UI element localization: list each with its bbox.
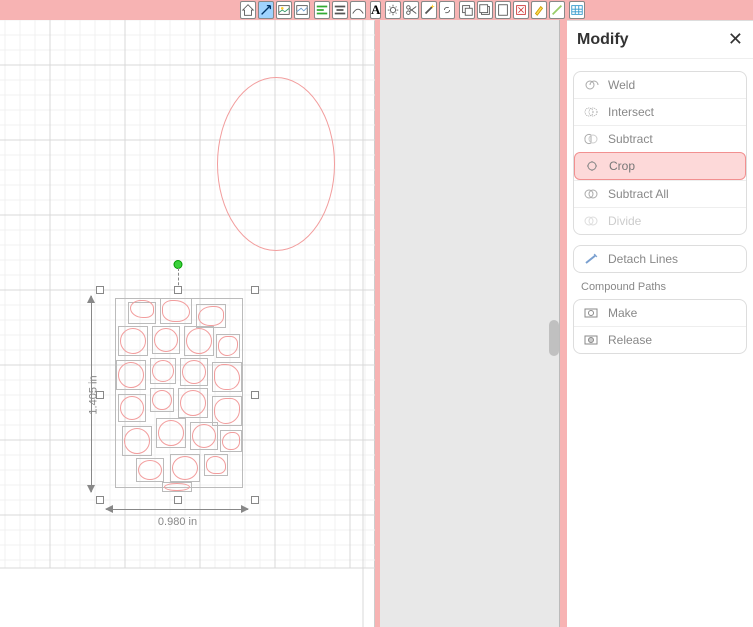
crop-item[interactable]: Crop [574, 152, 746, 180]
compound-group: Make Release [573, 299, 747, 354]
shape-blob[interactable] [222, 432, 240, 450]
crop-icon [583, 158, 601, 174]
subtract-label: Subtract [608, 132, 653, 146]
compound-section-label: Compound Paths [573, 277, 747, 295]
selection-group[interactable]: 1.405 in 0.980 in [100, 290, 255, 500]
weld-item[interactable]: Weld [574, 72, 746, 98]
canvas[interactable]: 1.405 in 0.980 in [0, 20, 375, 627]
subtract-all-item[interactable]: Subtract All [574, 180, 746, 207]
tb-align-center[interactable] [332, 1, 348, 19]
subtract-icon [582, 131, 600, 147]
close-icon[interactable]: ✕ [728, 29, 743, 50]
subtract-item[interactable]: Subtract [574, 125, 746, 152]
shape-ops-group: Weld Intersect Subtract Crop Subtract Al… [573, 71, 747, 235]
shape-blob[interactable] [124, 428, 150, 454]
make-item[interactable]: Make [574, 300, 746, 326]
release-label: Release [608, 333, 652, 347]
intersect-item[interactable]: Intersect [574, 98, 746, 125]
divide-item[interactable]: Divide [574, 207, 746, 234]
release-item[interactable]: Release [574, 326, 746, 353]
shape-blob[interactable] [138, 460, 162, 480]
tb-link[interactable] [439, 1, 455, 19]
shape-blob[interactable] [154, 328, 178, 352]
tb-text[interactable]: A [370, 1, 381, 19]
tb-slice[interactable] [549, 1, 565, 19]
subtract-all-icon [582, 186, 600, 202]
release-icon [582, 332, 600, 348]
detach-item[interactable]: Detach Lines [574, 246, 746, 272]
crop-label: Crop [609, 159, 635, 173]
scrollbar-thumb[interactable] [549, 320, 559, 356]
detach-group: Detach Lines [573, 245, 747, 273]
handle-tr[interactable] [251, 286, 259, 294]
ellipse-shape[interactable] [217, 77, 335, 251]
divide-icon [582, 213, 600, 229]
handle-tm[interactable] [174, 286, 182, 294]
tb-highlight[interactable] [531, 1, 547, 19]
handle-br[interactable] [251, 496, 259, 504]
tb-home[interactable] [240, 1, 256, 19]
detach-icon [582, 251, 600, 267]
shape-blob[interactable] [152, 390, 172, 410]
panel-title: Modify [577, 31, 629, 49]
tb-wand[interactable] [421, 1, 437, 19]
shape-blob[interactable] [172, 456, 198, 480]
divide-label: Divide [608, 214, 641, 228]
detach-label: Detach Lines [608, 252, 678, 266]
handle-mr[interactable] [251, 391, 259, 399]
shape-blob[interactable] [206, 456, 226, 474]
shape-blob[interactable] [158, 420, 184, 446]
shape-blob[interactable] [186, 328, 212, 354]
shape-blob[interactable] [214, 364, 240, 390]
subtract-all-label: Subtract All [608, 187, 669, 201]
shape-blob[interactable] [120, 396, 144, 420]
width-label: 0.980 in [158, 516, 197, 528]
height-label: 1.405 in [88, 375, 100, 414]
shape-blob[interactable] [120, 328, 146, 354]
tb-gear[interactable] [385, 1, 401, 19]
toolbar: A [0, 0, 753, 20]
tb-scissors[interactable] [403, 1, 419, 19]
tb-doc[interactable] [495, 1, 511, 19]
modify-panel: Modify ✕ Weld Intersect Subtract [567, 20, 753, 627]
shape-blob[interactable] [182, 360, 206, 384]
tb-image[interactable] [276, 1, 292, 19]
tb-table[interactable] [569, 1, 585, 19]
intersect-icon [582, 104, 600, 120]
tb-curve[interactable] [350, 1, 366, 19]
make-label: Make [608, 306, 637, 320]
tb-arrow[interactable] [258, 1, 274, 19]
shape-blob[interactable] [198, 306, 224, 326]
handle-tl[interactable] [96, 286, 104, 294]
shape-blob[interactable] [130, 300, 154, 318]
tb-layer[interactable] [477, 1, 493, 19]
make-icon [582, 305, 600, 321]
handle-bm[interactable] [174, 496, 182, 504]
tb-delete[interactable] [513, 1, 529, 19]
shape-blob[interactable] [192, 424, 216, 448]
handle-bl[interactable] [96, 496, 104, 504]
weld-label: Weld [608, 78, 635, 92]
shape-blob[interactable] [164, 483, 190, 491]
intersect-label: Intersect [608, 105, 654, 119]
tb-align-left[interactable] [314, 1, 330, 19]
shape-blob[interactable] [180, 390, 206, 416]
width-arrow [106, 504, 248, 514]
tb-copy[interactable] [459, 1, 475, 19]
weld-icon [582, 77, 600, 93]
preview-pane[interactable] [380, 20, 560, 627]
shape-blob[interactable] [118, 362, 144, 388]
shape-blob[interactable] [162, 300, 190, 322]
shape-blob[interactable] [152, 360, 174, 382]
tb-picture[interactable] [294, 1, 310, 19]
